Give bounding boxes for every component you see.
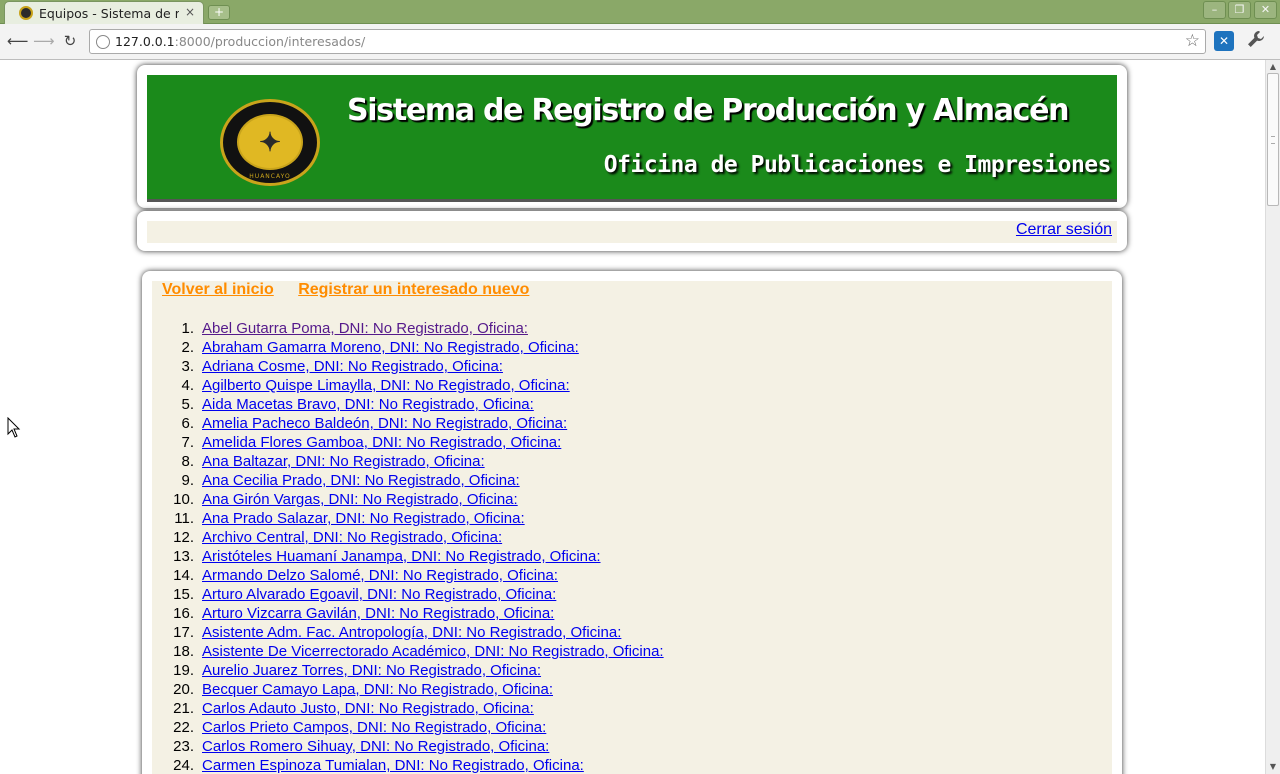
list-item-number: 9. (181, 472, 194, 489)
tab-title: Equipos - Sistema de re (39, 6, 179, 21)
content-panel: Volver al inicio Registrar un interesado… (142, 271, 1122, 774)
list-item-number: 12. (173, 529, 194, 546)
list-item-number: 1. (181, 320, 194, 337)
page-content: ✦ HUANCAYO Sistema de Registro de Produc… (0, 60, 1265, 774)
list-item-number: 2. (181, 339, 194, 356)
interesado-link[interactable]: Ana Prado Salazar, DNI: No Registrado, O… (202, 509, 525, 528)
interesado-link[interactable]: Ana Cecilia Prado, DNI: No Registrado, O… (202, 471, 520, 490)
minimize-button[interactable]: – (1203, 1, 1226, 19)
logo-text: HUANCAYO (249, 173, 291, 180)
mouse-cursor-icon (7, 417, 21, 438)
list-item-number: 22. (173, 719, 194, 736)
list-item-number: 19. (173, 662, 194, 679)
bookmark-star-icon[interactable]: ☆ (1185, 31, 1200, 51)
forward-button[interactable]: ⟶ (33, 32, 55, 50)
list-item-number: 20. (173, 681, 194, 698)
logo-emblem-icon: ✦ (237, 114, 303, 170)
wrench-menu-icon[interactable] (1247, 30, 1265, 52)
list-item-number: 10. (173, 491, 194, 508)
university-logo: ✦ HUANCAYO (220, 99, 320, 186)
user-bar-panel: Cerrar sesión (137, 211, 1127, 251)
logout-link[interactable]: Cerrar sesión (1016, 221, 1112, 239)
interesado-link[interactable]: Ana Girón Vargas, DNI: No Registrado, Of… (202, 490, 518, 509)
interesado-link[interactable]: Abel Gutarra Poma, DNI: No Registrado, O… (202, 319, 528, 338)
interesado-link[interactable]: Ana Baltazar, DNI: No Registrado, Oficin… (202, 452, 485, 471)
tab-close-icon[interactable]: × (185, 5, 195, 19)
list-item-number: 8. (181, 453, 194, 470)
vertical-scrollbar[interactable]: ▲ ▼ (1265, 60, 1280, 774)
reload-button[interactable]: ↻ (60, 32, 80, 50)
interesado-link[interactable]: Adriana Cosme, DNI: No Registrado, Ofici… (202, 357, 503, 376)
interesado-link[interactable]: Archivo Central, DNI: No Registrado, Ofi… (202, 528, 502, 547)
address-bar[interactable]: 127.0.0.1:8000/produccion/interesados/ ☆ (89, 29, 1206, 54)
address-url[interactable]: 127.0.0.1:8000/produccion/interesados/ (115, 34, 365, 49)
interesado-link[interactable]: Becquer Camayo Lapa, DNI: No Registrado,… (202, 680, 553, 699)
interesado-link[interactable]: Aristóteles Huamaní Janampa, DNI: No Reg… (202, 547, 601, 566)
interesado-link[interactable]: Carmen Espinoza Tumialan, DNI: No Regist… (202, 756, 584, 774)
list-item-number: 5. (181, 396, 194, 413)
interesado-link[interactable]: Carlos Adauto Justo, DNI: No Registrado,… (202, 699, 534, 718)
list-item-number: 18. (173, 643, 194, 660)
site-banner: ✦ HUANCAYO Sistema de Registro de Produc… (147, 75, 1117, 202)
interesado-link[interactable]: Armando Delzo Salomé, DNI: No Registrado… (202, 566, 558, 585)
url-host: 127.0.0.1 (115, 34, 175, 49)
content-area: Volver al inicio Registrar un interesado… (152, 281, 1112, 774)
list-item-number: 21. (173, 700, 194, 717)
header-panel: ✦ HUANCAYO Sistema de Registro de Produc… (137, 65, 1127, 208)
interesado-link[interactable]: Amelia Pacheco Baldeón, DNI: No Registra… (202, 414, 567, 433)
interesado-link[interactable]: Carlos Prieto Campos, DNI: No Registrado… (202, 718, 546, 737)
interesado-link[interactable]: Arturo Vizcarra Gavilán, DNI: No Registr… (202, 604, 554, 623)
list-item-number: 24. (173, 757, 194, 774)
interesado-link[interactable]: Arturo Alvarado Egoavil, DNI: No Registr… (202, 585, 556, 604)
list-item-number: 14. (173, 567, 194, 584)
scroll-down-arrow-icon[interactable]: ▼ (1267, 760, 1279, 774)
site-title: Sistema de Registro de Producción y Alma… (347, 93, 1070, 128)
user-bar: Cerrar sesión (147, 221, 1117, 243)
list-item-number: 4. (181, 377, 194, 394)
interesado-link[interactable]: Carlos Romero Sihuay, DNI: No Registrado… (202, 737, 549, 756)
interesado-link[interactable]: Aurelio Juarez Torres, DNI: No Registrad… (202, 661, 541, 680)
list-item-number: 17. (173, 624, 194, 641)
browser-tab[interactable]: Equipos - Sistema de re × (4, 1, 204, 24)
action-links: Volver al inicio Registrar un interesado… (162, 281, 549, 299)
register-interesado-link[interactable]: Registrar un interesado nuevo (298, 281, 529, 298)
list-item-number: 3. (181, 358, 194, 375)
maximize-button[interactable]: ❐ (1228, 1, 1251, 19)
list-item-number: 6. (181, 415, 194, 432)
list-item-number: 13. (173, 548, 194, 565)
list-item-number: 11. (174, 510, 194, 527)
scrollbar-grip (1271, 136, 1275, 144)
scroll-up-arrow-icon[interactable]: ▲ (1267, 60, 1279, 74)
url-path: :8000/produccion/interesados/ (174, 34, 366, 49)
interesado-link[interactable]: Agilberto Quispe Limaylla, DNI: No Regis… (202, 376, 570, 395)
browser-toolbar: ⟵ ⟶ ↻ 127.0.0.1:8000/produccion/interesa… (0, 24, 1280, 60)
close-window-button[interactable]: ✕ (1254, 1, 1277, 19)
new-tab-button[interactable]: + (208, 5, 230, 20)
interesado-link[interactable]: Asistente De Vicerrectorado Académico, D… (202, 642, 664, 661)
page-info-icon[interactable] (96, 35, 110, 49)
browser-tab-bar: Equipos - Sistema de re × + – ❐ ✕ (0, 0, 1280, 24)
list-item-number: 16. (173, 605, 194, 622)
list-item-number: 7. (181, 434, 194, 451)
list-item-number: 15. (173, 586, 194, 603)
scrollbar-thumb[interactable] (1267, 73, 1279, 206)
interesado-link[interactable]: Aida Macetas Bravo, DNI: No Registrado, … (202, 395, 534, 414)
home-link[interactable]: Volver al inicio (162, 281, 274, 298)
extension-icon[interactable]: ✕ (1214, 31, 1234, 51)
interesado-link[interactable]: Asistente Adm. Fac. Antropología, DNI: N… (202, 623, 621, 642)
back-button[interactable]: ⟵ (7, 32, 29, 50)
site-subtitle: Oficina de Publicaciones e Impresiones (603, 152, 1112, 178)
interesado-link[interactable]: Abraham Gamarra Moreno, DNI: No Registra… (202, 338, 579, 357)
site-favicon-icon (19, 6, 33, 20)
list-item-number: 23. (173, 738, 194, 755)
interesado-link[interactable]: Amelida Flores Gamboa, DNI: No Registrad… (202, 433, 561, 452)
